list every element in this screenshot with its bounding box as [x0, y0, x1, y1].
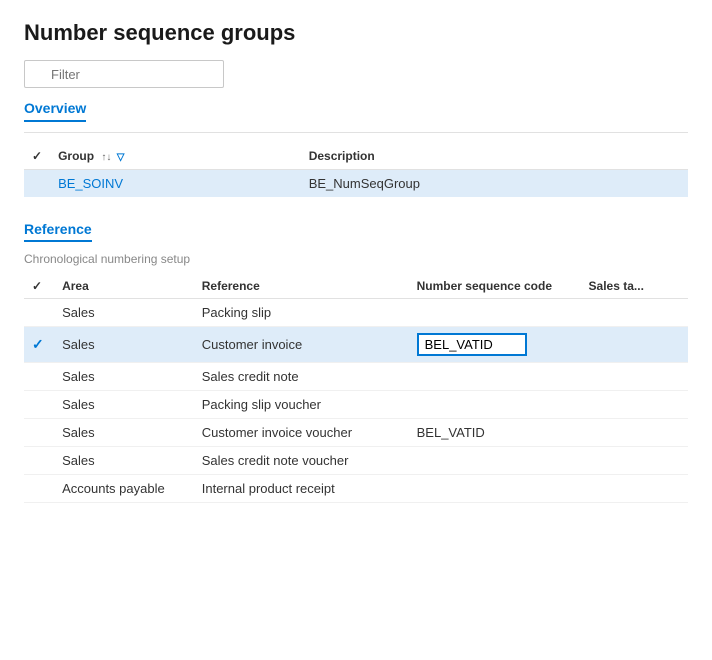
numseq-cell — [409, 391, 581, 419]
numseq-cell — [409, 299, 581, 327]
row-salestax — [581, 299, 688, 327]
overview-col-description: Description — [301, 145, 688, 170]
row-salestax — [581, 327, 688, 363]
row-area: Sales — [54, 327, 194, 363]
ref-col-check: ✓ — [24, 274, 54, 299]
row-check — [24, 299, 54, 327]
row-check — [24, 363, 54, 391]
row-reference: Internal product receipt — [194, 475, 409, 503]
list-item[interactable]: Sales Packing slip voucher — [24, 391, 688, 419]
ref-col-salestax: Sales ta... — [581, 274, 688, 299]
ref-col-reference: Reference — [194, 274, 409, 299]
reference-tab[interactable]: Reference — [24, 221, 92, 242]
ref-col-area: Area — [54, 274, 194, 299]
overview-tab[interactable]: Overview — [24, 100, 86, 122]
row-group: BE_SOINV — [50, 170, 301, 198]
row-salestax — [581, 475, 688, 503]
ref-col-numseq: Number sequence code — [409, 274, 581, 299]
filter-input[interactable] — [24, 60, 224, 88]
list-item[interactable]: Sales Packing slip — [24, 299, 688, 327]
numseq-cell — [409, 327, 581, 363]
page-title: Number sequence groups — [24, 20, 688, 46]
row-salestax — [581, 363, 688, 391]
filter-col-icon: ▽ — [117, 152, 125, 163]
main-page: Number sequence groups 🔍 Overview ✓ Grou… — [0, 0, 712, 660]
row-area: Sales — [54, 299, 194, 327]
numseq-input[interactable] — [417, 333, 527, 356]
list-item[interactable]: Sales Customer invoice voucher BEL_VATID — [24, 419, 688, 447]
overview-divider — [24, 132, 688, 133]
row-check — [24, 391, 54, 419]
numseq-cell — [409, 447, 581, 475]
reference-sub-label: Chronological numbering setup — [24, 252, 688, 266]
reference-table: ✓ Area Reference Number sequence code Sa… — [24, 274, 688, 503]
numseq-cell — [409, 363, 581, 391]
overview-header-row: ✓ Group ↑↓ ▽ Description — [24, 145, 688, 170]
filter-wrap: 🔍 — [24, 60, 688, 88]
row-checkmark: ✓ — [32, 336, 44, 352]
row-salestax — [581, 391, 688, 419]
row-description: BE_NumSeqGroup — [301, 170, 688, 198]
numseq-cell — [409, 475, 581, 503]
row-area: Sales — [54, 391, 194, 419]
overview-table: ✓ Group ↑↓ ▽ Description BE_SOINV BE_Num… — [24, 145, 688, 197]
row-check — [24, 475, 54, 503]
row-reference: Customer invoice — [194, 327, 409, 363]
row-check — [24, 447, 54, 475]
numseq-cell: BEL_VATID — [409, 419, 581, 447]
row-area: Sales — [54, 419, 194, 447]
row-salestax — [581, 447, 688, 475]
row-area: Accounts payable — [54, 475, 194, 503]
row-area: Sales — [54, 447, 194, 475]
row-reference: Customer invoice voucher — [194, 419, 409, 447]
overview-col-check: ✓ — [24, 145, 50, 170]
row-area: Sales — [54, 363, 194, 391]
row-check — [24, 419, 54, 447]
sort-icons: ↑↓ — [101, 152, 111, 163]
list-item[interactable]: ✓ Sales Customer invoice — [24, 327, 688, 363]
row-reference: Packing slip voucher — [194, 391, 409, 419]
list-item[interactable]: Sales Sales credit note voucher — [24, 447, 688, 475]
table-row[interactable]: BE_SOINV BE_NumSeqGroup — [24, 170, 688, 198]
row-check: ✓ — [24, 327, 54, 363]
overview-col-group: Group ↑↓ ▽ — [50, 145, 301, 170]
row-reference: Sales credit note voucher — [194, 447, 409, 475]
ref-header-row: ✓ Area Reference Number sequence code Sa… — [24, 274, 688, 299]
row-check — [24, 170, 50, 198]
row-salestax — [581, 419, 688, 447]
list-item[interactable]: Accounts payable Internal product receip… — [24, 475, 688, 503]
row-reference: Sales credit note — [194, 363, 409, 391]
list-item[interactable]: Sales Sales credit note — [24, 363, 688, 391]
row-reference: Packing slip — [194, 299, 409, 327]
reference-section: Reference Chronological numbering setup … — [24, 221, 688, 503]
